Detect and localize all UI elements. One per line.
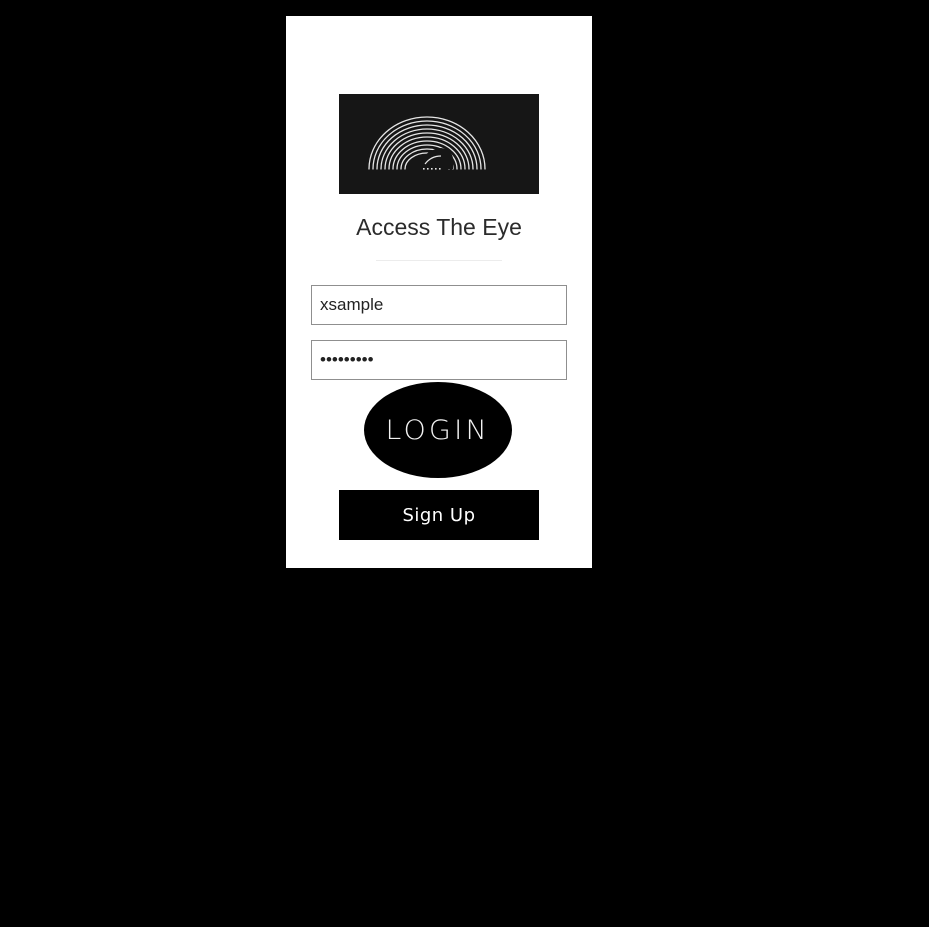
divider bbox=[376, 260, 502, 261]
signup-button[interactable]: Sign Up bbox=[339, 490, 539, 540]
login-button[interactable]: LOGIN bbox=[364, 382, 512, 478]
login-card: Access The Eye LOGIN Sign Up bbox=[286, 16, 592, 568]
eye-logo-graphic bbox=[368, 116, 486, 170]
page-title: Access The Eye bbox=[356, 214, 522, 240]
eye-logo-icon bbox=[339, 94, 539, 194]
password-input[interactable] bbox=[311, 340, 567, 380]
login-button-label: LOGIN bbox=[385, 414, 491, 446]
username-input[interactable] bbox=[311, 285, 567, 325]
